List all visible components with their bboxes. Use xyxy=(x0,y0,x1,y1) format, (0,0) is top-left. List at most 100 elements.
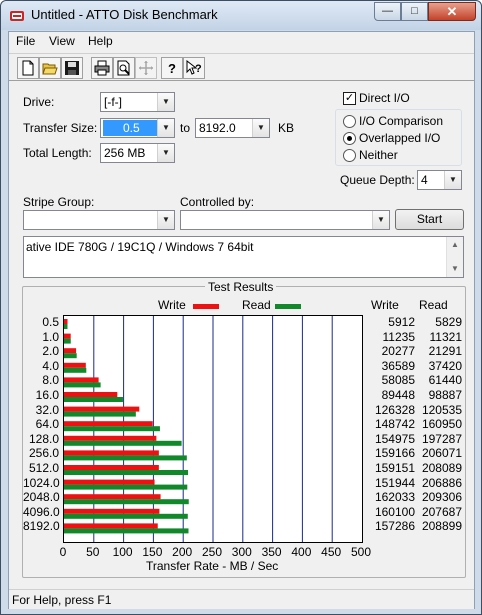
write-legend-swatch xyxy=(193,304,219,309)
read-bar-32.0 xyxy=(64,411,136,417)
total-length-select[interactable]: 256 MB ▼ xyxy=(100,143,175,163)
read-bar-512.0 xyxy=(64,470,189,475)
read-value: 120535 xyxy=(421,402,462,417)
read-legend-label: Read xyxy=(242,298,271,312)
chevron-down-icon[interactable]: ▼ xyxy=(157,211,174,229)
queue-depth-label: Queue Depth: xyxy=(340,173,415,187)
x-tick-label: 200 xyxy=(172,545,193,559)
transfer-size-label: Transfer Size: xyxy=(23,121,98,135)
x-tick-label: 50 xyxy=(86,545,100,559)
test-results-title: Test Results xyxy=(205,280,277,294)
print-preview-button[interactable] xyxy=(113,57,135,79)
description-scrollbar[interactable]: ▲ ▼ xyxy=(446,237,463,277)
chevron-down-icon[interactable]: ▼ xyxy=(157,119,174,137)
toolbar: ? ? xyxy=(9,53,474,81)
read-value: 21291 xyxy=(428,344,462,359)
drive-value: [-f-] xyxy=(104,95,122,109)
client-area: File View Help ? ? Drive: [-f-] ▼ Transf… xyxy=(8,31,475,609)
write-value: 162033 xyxy=(374,490,415,505)
write-value: 159151 xyxy=(374,461,415,475)
write-value: 89448 xyxy=(381,388,415,402)
write-bar-16.0 xyxy=(64,392,118,397)
new-button[interactable] xyxy=(17,57,39,79)
minimize-button[interactable]: — xyxy=(374,2,401,21)
chevron-down-icon[interactable]: ▼ xyxy=(372,211,389,229)
category-label: 2.0 xyxy=(42,344,59,359)
maximize-button[interactable]: □ xyxy=(401,2,428,21)
io-comparison-radio[interactable] xyxy=(343,115,356,128)
x-tick-label: 350 xyxy=(261,545,282,559)
direct-io-checkbox[interactable]: ✓ xyxy=(343,92,356,105)
category-label: 4.0 xyxy=(42,358,59,373)
menu-view[interactable]: View xyxy=(49,34,75,48)
transfer-size-from-select[interactable]: 0.5 ▼ xyxy=(100,118,175,138)
print-button[interactable] xyxy=(91,57,113,79)
print-preview-icon xyxy=(117,60,130,76)
neither-radio[interactable] xyxy=(343,149,356,162)
queue-depth-value: 4 xyxy=(421,173,428,187)
title-bar[interactable]: Untitled - ATTO Disk Benchmark — □ ✕ xyxy=(1,1,481,30)
x-tick-label: 300 xyxy=(231,545,252,559)
x-tick-label: 400 xyxy=(291,545,312,559)
drive-label: Drive: xyxy=(23,95,55,109)
svg-text:?: ? xyxy=(168,61,176,76)
direct-io-label: Direct I/O xyxy=(359,91,410,105)
save-button[interactable] xyxy=(61,57,83,79)
benchmark-chart xyxy=(64,316,333,542)
write-bar-8192.0 xyxy=(64,523,158,529)
write-value: 20277 xyxy=(381,344,415,359)
menu-help[interactable]: Help xyxy=(88,34,113,48)
close-button[interactable]: ✕ xyxy=(428,2,476,21)
write-value: 5912 xyxy=(388,315,415,329)
chevron-down-icon[interactable]: ▼ xyxy=(252,119,269,137)
x-axis-label: Transfer Rate - MB / Sec xyxy=(146,559,279,573)
category-label: 512.0 xyxy=(28,461,59,475)
read-bar-16.0 xyxy=(64,397,123,402)
total-length-label: Total Length: xyxy=(23,146,92,160)
scroll-down-icon[interactable]: ▼ xyxy=(447,261,463,277)
read-bar-4096.0 xyxy=(64,513,188,519)
write-bar-512.0 xyxy=(64,465,159,470)
settings-panel: Drive: [-f-] ▼ Transfer Size: 0.5 ▼ to 8… xyxy=(13,85,471,290)
description-textarea[interactable]: ative IDE 780G / 19C1Q / Windows 7 64bit… xyxy=(23,236,464,278)
read-value: 208089 xyxy=(421,461,462,475)
read-value: 209306 xyxy=(421,490,462,505)
read-value: 197287 xyxy=(421,431,462,446)
neither-label: Neither xyxy=(359,148,398,162)
category-label: 64.0 xyxy=(35,417,59,432)
chevron-down-icon[interactable]: ▼ xyxy=(444,171,461,189)
read-bar-4.0 xyxy=(64,367,87,373)
start-button[interactable]: Start xyxy=(395,209,464,230)
drive-select[interactable]: [-f-] ▼ xyxy=(100,92,175,112)
category-label: 1.0 xyxy=(42,329,59,344)
write-value: 36589 xyxy=(381,358,415,373)
controlled-by-select[interactable]: ▼ xyxy=(180,210,390,230)
context-help-button[interactable]: ? xyxy=(183,57,205,79)
category-label: 4096.0 xyxy=(23,504,60,519)
write-value: 160100 xyxy=(374,504,415,519)
write-bar-1.0 xyxy=(64,333,71,339)
scroll-up-icon[interactable]: ▲ xyxy=(447,237,463,253)
category-label: 0.5 xyxy=(42,315,59,329)
menu-file[interactable]: File xyxy=(16,34,35,48)
open-folder-icon xyxy=(42,63,58,75)
chevron-down-icon[interactable]: ▼ xyxy=(157,93,174,111)
help-button[interactable]: ? xyxy=(161,57,183,79)
x-tick-label: 150 xyxy=(142,545,163,559)
transfer-size-to-select[interactable]: 8192.0 ▼ xyxy=(195,118,270,138)
chevron-down-icon[interactable]: ▼ xyxy=(157,144,174,162)
stripe-group-select[interactable]: ▼ xyxy=(23,210,175,230)
atto-app-icon xyxy=(10,11,24,21)
description-text: ative IDE 780G / 19C1Q / Windows 7 64bit xyxy=(26,240,254,254)
save-disk-icon xyxy=(65,61,79,75)
move-button[interactable] xyxy=(135,57,157,79)
svg-text:?: ? xyxy=(195,63,202,75)
overlapped-io-radio[interactable] xyxy=(343,132,356,145)
queue-depth-select[interactable]: 4 ▼ xyxy=(417,170,462,190)
transfer-size-to-value: 8192.0 xyxy=(199,121,236,135)
kb-label: KB xyxy=(278,121,295,135)
status-text: For Help, press F1 xyxy=(12,593,112,607)
read-value: 208899 xyxy=(421,519,462,534)
menu-bar: File View Help xyxy=(9,32,474,51)
open-button[interactable] xyxy=(39,57,61,79)
